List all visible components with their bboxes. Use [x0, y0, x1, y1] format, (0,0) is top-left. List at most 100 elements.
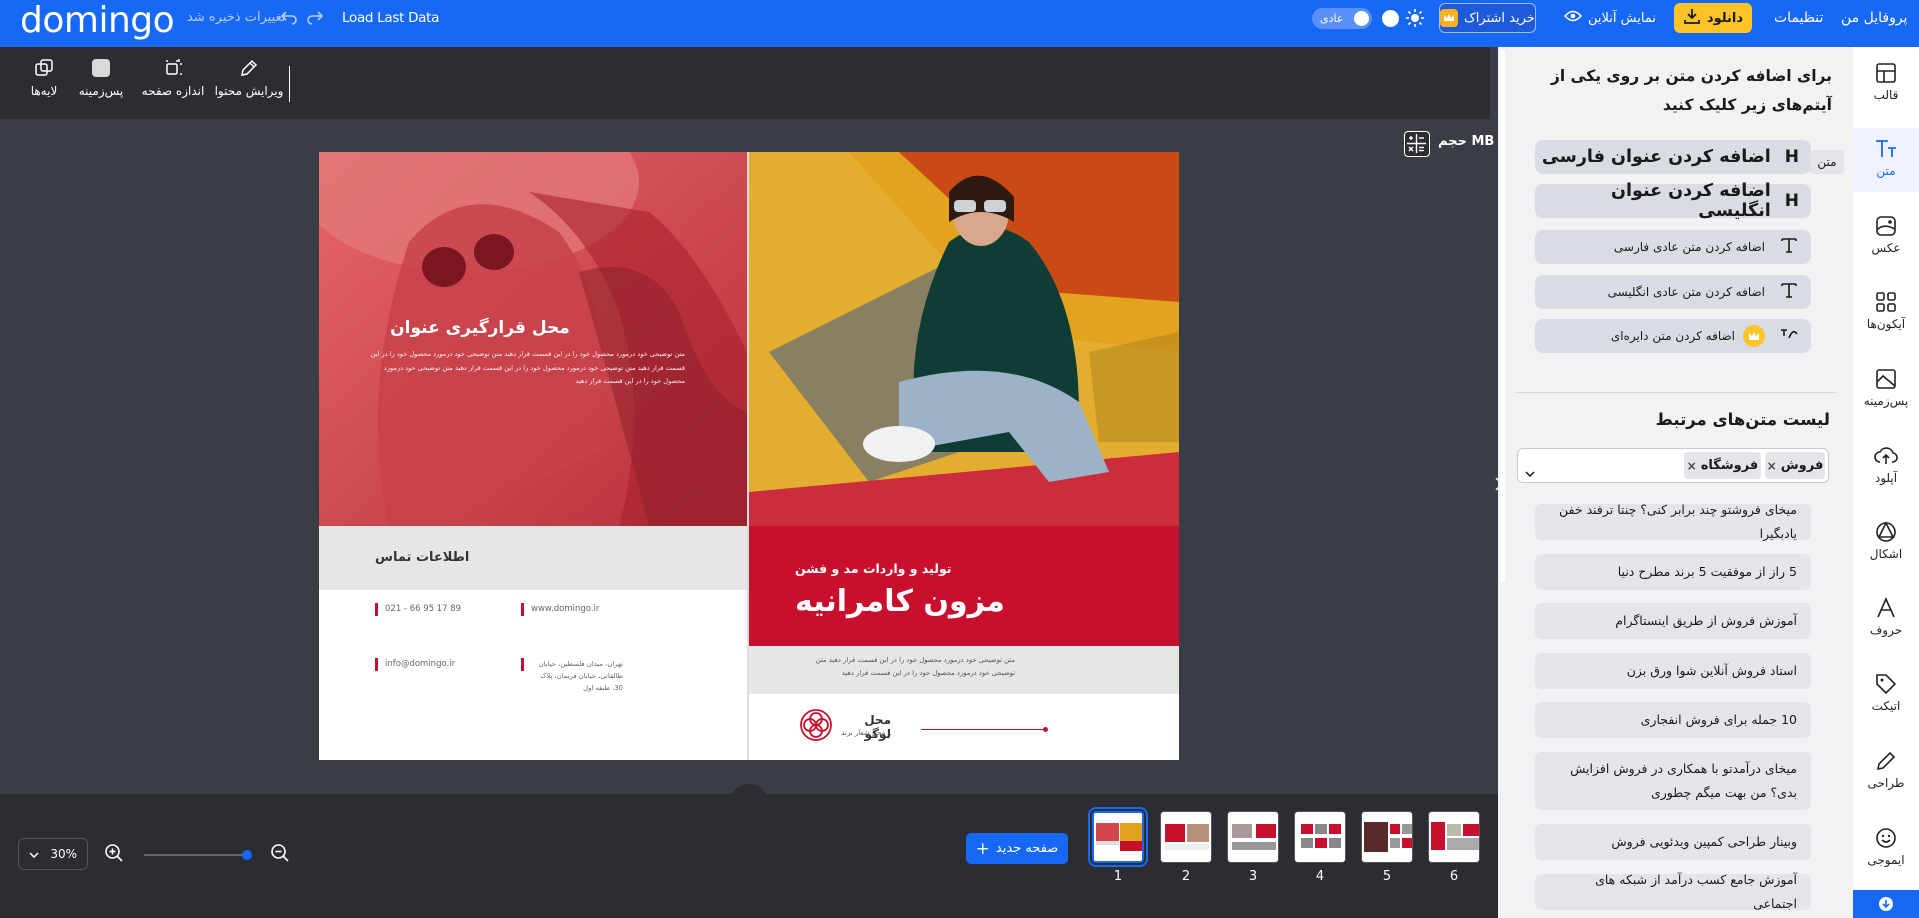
add-circular-text-button[interactable]: اضافه کردن متن دایره‌ای — [1535, 319, 1811, 353]
settings-link[interactable]: تنظیمات — [1774, 0, 1823, 36]
tag-chip[interactable]: فروش × — [1765, 452, 1825, 479]
chevron-down-icon[interactable] — [1525, 462, 1535, 481]
add-english-heading-button[interactable]: H اضافه کردن عنوان انگلیسی — [1535, 181, 1811, 221]
rail-background[interactable]: پس‌زمینه — [1853, 368, 1919, 408]
buy-subscription-button[interactable]: خرید اشتراک — [1439, 3, 1536, 33]
rail-font[interactable]: حروف — [1853, 597, 1919, 637]
phone-text[interactable]: 021 - 66 95 17 89 — [385, 604, 461, 614]
layers-tool[interactable]: لایه‌ها — [24, 58, 64, 98]
page-thumbnail[interactable] — [1088, 807, 1148, 867]
my-profile-link[interactable]: پروفایل من — [1841, 0, 1907, 36]
right-body-text[interactable]: متن توضیحی خود درمورد محصول خود را در ای… — [795, 654, 1015, 680]
right-photo[interactable] — [749, 152, 1179, 526]
contact-title[interactable]: اطلاعات تماس — [375, 550, 469, 565]
brand-logo-icon[interactable] — [799, 708, 833, 746]
zoom-in-icon[interactable] — [104, 843, 124, 867]
left-photo[interactable] — [319, 152, 747, 526]
layers-label: لایه‌ها — [30, 84, 58, 98]
page-size-label: اندازه صفحه — [141, 84, 205, 98]
redo-icon[interactable] — [306, 9, 324, 29]
page-thumbnail[interactable] — [1428, 811, 1480, 863]
panel-scrollbar[interactable] — [1500, 50, 1505, 582]
rail-icons[interactable]: آیکون‌ها — [1853, 291, 1919, 331]
page-thumbnail[interactable] — [1361, 811, 1413, 863]
zoom-value: 30% — [50, 847, 77, 861]
rail-upload-label: آپلود — [1874, 471, 1898, 485]
rail-emoji[interactable]: ایموجی — [1853, 827, 1919, 867]
undo-icon[interactable] — [280, 9, 298, 29]
related-text-item[interactable]: وبینار طراحی کمپین ویدئویی فروش — [1535, 824, 1811, 860]
design-page[interactable]: محل قرارگیری عنوان متن توضیحی خود درمورد… — [319, 152, 1179, 760]
related-text-item[interactable]: میخای فروشتو چند برابر کنی؟ چنتا ترفند خ… — [1535, 502, 1811, 541]
email-text[interactable]: info@domingo.ir — [385, 659, 455, 669]
rail-sticker[interactable]: اتیکت — [1853, 673, 1919, 713]
related-text-item[interactable]: 10 جمله برای فروش انفجاری — [1535, 702, 1811, 738]
load-last-data-button[interactable]: Load Last Data — [342, 0, 439, 36]
text-icon — [1779, 280, 1799, 304]
close-icon[interactable]: × — [1767, 459, 1777, 473]
heading-icon: H — [1784, 147, 1799, 167]
eye-icon — [1564, 10, 1583, 26]
mode-toggle[interactable]: عادی — [1312, 8, 1372, 29]
right-subtitle[interactable]: تولید و واردات مد و فشن — [795, 561, 951, 576]
related-text-item[interactable]: آموزش جامع کسب درآمد از شبکه های اجتماعی — [1535, 872, 1811, 911]
left-body-text[interactable]: متن توضیحی خود درمورد محصول خود را در ای… — [365, 348, 685, 389]
decor-dot — [1043, 727, 1048, 732]
page-thumbnail[interactable] — [1227, 811, 1279, 863]
close-icon[interactable]: × — [1687, 459, 1697, 473]
zoom-slider[interactable] — [144, 854, 246, 856]
page-thumbnail[interactable] — [1294, 811, 1346, 863]
page-number: 4 — [1315, 869, 1325, 884]
icons-grid-icon — [1853, 291, 1919, 313]
rail-shapes-label: اشکال — [1869, 547, 1903, 561]
rail-font-label: حروف — [1869, 623, 1903, 637]
related-text-item[interactable]: آموزش فروش از طریق اینستاگرام — [1535, 603, 1811, 639]
new-page-label: صفحه جدید — [995, 841, 1059, 856]
address-text[interactable]: تهران، میدان فلسطین، خیابان طالقانی، خیا… — [531, 658, 623, 694]
related-text-item[interactable]: 5 راز از موفقیت 5 برند مطرح دنیا — [1535, 554, 1811, 590]
edit-content-tool[interactable]: ویرایش محتوا — [214, 58, 284, 98]
rail-template-label: قالب — [1873, 88, 1899, 102]
add-persian-text-button[interactable]: اضافه کردن متن عادی فارسی — [1535, 230, 1811, 264]
new-page-button[interactable]: + صفحه جدید — [966, 833, 1068, 864]
tag-chip-label: فروش — [1780, 458, 1824, 473]
background-tool[interactable]: پس‌زمینه — [76, 58, 126, 98]
rail-draw[interactable]: طراحی — [1853, 750, 1919, 790]
rail-image[interactable]: عکس — [1853, 215, 1919, 255]
rail-shapes[interactable]: اشکال — [1853, 521, 1919, 561]
page-thumbnail[interactable] — [1160, 811, 1212, 863]
right-title[interactable]: مزون کامرانیه — [795, 580, 1005, 624]
website-text[interactable]: www.domingo.ir — [531, 604, 599, 614]
sun-icon[interactable] — [1405, 8, 1425, 32]
add-english-text-button[interactable]: اضافه کردن متن عادی انگلیسی — [1535, 275, 1811, 309]
rail-background-label: پس‌زمینه — [1863, 394, 1909, 408]
rail-upload[interactable]: آپلود — [1853, 445, 1919, 485]
rail-text[interactable]: متن — [1853, 138, 1919, 178]
related-texts-title: لیست متن‌های مرتبط — [1655, 410, 1830, 429]
save-status: تغییرات ذخیره شد — [187, 10, 286, 25]
page-size-tool[interactable]: اندازه صفحه — [141, 58, 205, 98]
add-english-text-label: اضافه کردن متن عادی انگلیسی — [1607, 285, 1765, 299]
related-text-item[interactable]: میخای درآمدتو با همکاری در فروش افزایش ب… — [1535, 752, 1811, 810]
download-button[interactable]: دانلود — [1674, 3, 1752, 33]
website-marker — [521, 603, 524, 616]
zoom-slider-handle[interactable] — [242, 850, 252, 860]
left-headline[interactable]: محل قرارگیری عنوان — [365, 318, 595, 338]
add-persian-heading-button[interactable]: H اضافه کردن عنوان فارسی — [1535, 140, 1811, 174]
related-text-item[interactable]: استاد فروش آنلاین شوا ورق بزن — [1535, 653, 1811, 689]
zoom-out-icon[interactable] — [270, 843, 290, 867]
logo[interactable]: domingo — [20, 0, 175, 44]
zoom-select[interactable]: 30% — [18, 838, 88, 870]
scroll-down-button[interactable] — [1853, 890, 1919, 918]
theme-toggle[interactable] — [1382, 10, 1399, 27]
rail-template[interactable]: قالب — [1853, 62, 1919, 102]
phone-marker — [375, 603, 378, 616]
logo-placeholder-slogan[interactable]: و محل شعار برند — [841, 729, 891, 737]
calculator-icon[interactable] — [1404, 131, 1430, 157]
text-icon — [1779, 235, 1799, 259]
toolbar-divider — [289, 66, 290, 102]
online-preview-button[interactable]: نمایش آنلاین — [1560, 3, 1660, 33]
tag-chip[interactable]: فروشگاه × — [1684, 452, 1761, 479]
email-marker — [375, 658, 378, 671]
edit-content-label: ویرایش محتوا — [214, 84, 284, 98]
